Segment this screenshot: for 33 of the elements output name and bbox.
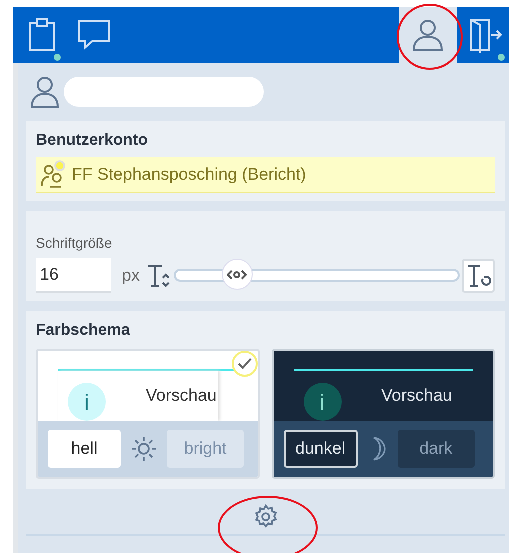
user-icon — [30, 75, 60, 109]
slider-thumb[interactable] — [222, 259, 253, 290]
account-name: FF Stephansposching (Bericht) — [72, 164, 306, 186]
user-icon — [412, 18, 444, 52]
settings-icon[interactable] — [252, 504, 278, 530]
info-icon: i — [68, 383, 106, 421]
status-dot — [54, 54, 61, 61]
theme-name[interactable]: hell — [48, 430, 121, 468]
logout-icon — [469, 17, 503, 53]
status-dot — [498, 54, 505, 61]
info-icon: i — [304, 383, 342, 421]
theme-alt-name[interactable]: dark — [398, 430, 475, 468]
account-row[interactable]: FF Stephansposching (Bericht) — [36, 157, 495, 193]
theme-card[interactable]: i Vorschau hell bright — [36, 349, 260, 479]
reset-button[interactable] — [462, 258, 495, 292]
check-icon — [232, 351, 258, 377]
preview-label: Vorschau — [382, 385, 452, 408]
sun-icon — [131, 436, 157, 462]
annotation-circle — [397, 4, 463, 70]
chat-icon — [77, 19, 111, 51]
text-reset-icon — [466, 262, 490, 288]
theme-name[interactable]: dunkel — [284, 430, 358, 468]
toolbar-tab[interactable] — [399, 7, 457, 63]
section-title: Benutzerkonto — [36, 131, 149, 151]
field-label: Schriftgröße — [36, 234, 114, 253]
slider-track[interactable] — [174, 269, 460, 282]
preview-label: Vorschau — [146, 385, 217, 408]
clipboard-icon — [28, 17, 56, 53]
section-title: Farbschema — [36, 321, 132, 341]
unit-label: px — [122, 264, 140, 287]
font-size-input[interactable]: 16 — [36, 258, 111, 293]
theme-card[interactable]: i Vorschau dunkel dark — [272, 349, 495, 479]
user-group-icon — [38, 160, 68, 190]
